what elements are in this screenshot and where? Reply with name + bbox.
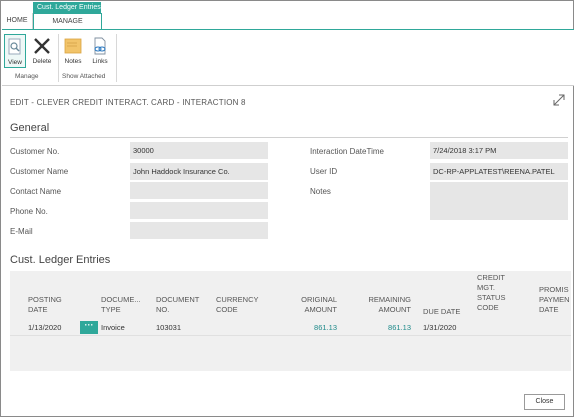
window: Cust. Ledger Entries HOME MANAGE View De…	[0, 0, 574, 417]
links-button-label: Links	[92, 58, 108, 65]
section-ledger-title: Cust. Ledger Entries	[10, 254, 111, 266]
tab-manage[interactable]: MANAGE	[33, 13, 102, 29]
notes-icon	[64, 38, 82, 54]
interaction-datetime-label: Interaction DateTime	[310, 147, 384, 156]
header-promised-payment-date[interactable]: PROMIS PAYMEN DATE	[539, 285, 570, 315]
links-button[interactable]: Links	[88, 34, 112, 68]
ledger-grid: POSTING DATE DOCUME... TYPE DOCUMENT NO.…	[10, 271, 571, 371]
ribbon-tabs: HOME MANAGE	[2, 13, 574, 29]
ribbon-group-show-attached: Show Attached	[62, 73, 106, 80]
view-button[interactable]: View	[4, 34, 26, 68]
view-icon	[8, 38, 21, 55]
header-due-date[interactable]: DUE DATE	[423, 307, 460, 317]
tab-home[interactable]: HOME	[2, 13, 33, 29]
customer-no-label: Customer No.	[10, 147, 60, 156]
header-credit-status-code[interactable]: CREDIT MGT. STATUS CODE	[477, 273, 505, 313]
context-tab-header: Cust. Ledger Entries	[33, 2, 101, 13]
email-label: E-Mail	[10, 227, 33, 236]
row-menu-button[interactable]: ···	[80, 321, 98, 334]
cell-document-no: 103031	[156, 323, 182, 332]
notes-label: Notes	[310, 187, 331, 196]
contact-name-label: Contact Name	[10, 187, 62, 196]
user-id-field[interactable]: DC-RP-APPLATEST\REENA.PATEL	[430, 163, 568, 180]
contact-name-field[interactable]	[130, 182, 268, 199]
header-remaining-amount[interactable]: REMAINING AMOUNT	[351, 295, 411, 315]
view-button-label: View	[8, 59, 22, 66]
header-currency-code[interactable]: CURRENCY CODE	[216, 295, 259, 315]
section-divider	[10, 137, 568, 138]
ribbon-separator	[58, 34, 59, 82]
header-posting-date[interactable]: POSTING DATE	[28, 295, 62, 315]
notes-button-label: Notes	[64, 58, 82, 65]
links-icon	[94, 37, 106, 55]
header-document-type[interactable]: DOCUME... TYPE	[101, 295, 141, 315]
cell-original-amount[interactable]: 861.13	[280, 323, 337, 332]
page-title: EDIT - CLEVER CREDIT INTERACT. CARD - IN…	[10, 98, 246, 107]
ribbon: View Delete Notes Links Manage Show Atta…	[2, 29, 574, 86]
section-general-title[interactable]: General	[10, 122, 49, 134]
user-id-label: User ID	[310, 167, 338, 176]
close-button[interactable]: Close	[524, 394, 565, 410]
delete-button-label: Delete	[32, 58, 52, 65]
cell-remaining-amount[interactable]: 861.13	[351, 323, 411, 332]
cell-posting-date: 1/13/2020	[28, 323, 62, 332]
customer-name-field[interactable]: John Haddock Insurance Co.	[130, 163, 268, 180]
customer-name-label: Customer Name	[10, 167, 69, 176]
delete-icon	[34, 38, 50, 54]
ribbon-group-manage: Manage	[15, 73, 39, 80]
header-original-amount[interactable]: ORIGINAL AMOUNT	[280, 295, 337, 315]
ribbon-separator	[116, 34, 117, 82]
delete-button[interactable]: Delete	[30, 34, 54, 68]
phone-no-field[interactable]	[130, 202, 268, 219]
notes-button[interactable]: Notes	[61, 34, 85, 68]
cell-due-date: 1/31/2020	[423, 323, 457, 332]
table-row[interactable]: 1/13/2020 ··· Invoice 103031 861.13 861.…	[10, 320, 571, 336]
cell-document-type: Invoice	[101, 323, 125, 332]
header-document-no[interactable]: DOCUMENT NO.	[156, 295, 199, 315]
expand-icon[interactable]	[552, 93, 566, 107]
phone-no-label: Phone No.	[10, 207, 48, 216]
customer-no-field[interactable]: 30000	[130, 142, 268, 159]
interaction-datetime-field[interactable]: 7/24/2018 3:17 PM	[430, 142, 568, 159]
notes-field[interactable]	[430, 182, 568, 220]
email-field[interactable]	[130, 222, 268, 239]
